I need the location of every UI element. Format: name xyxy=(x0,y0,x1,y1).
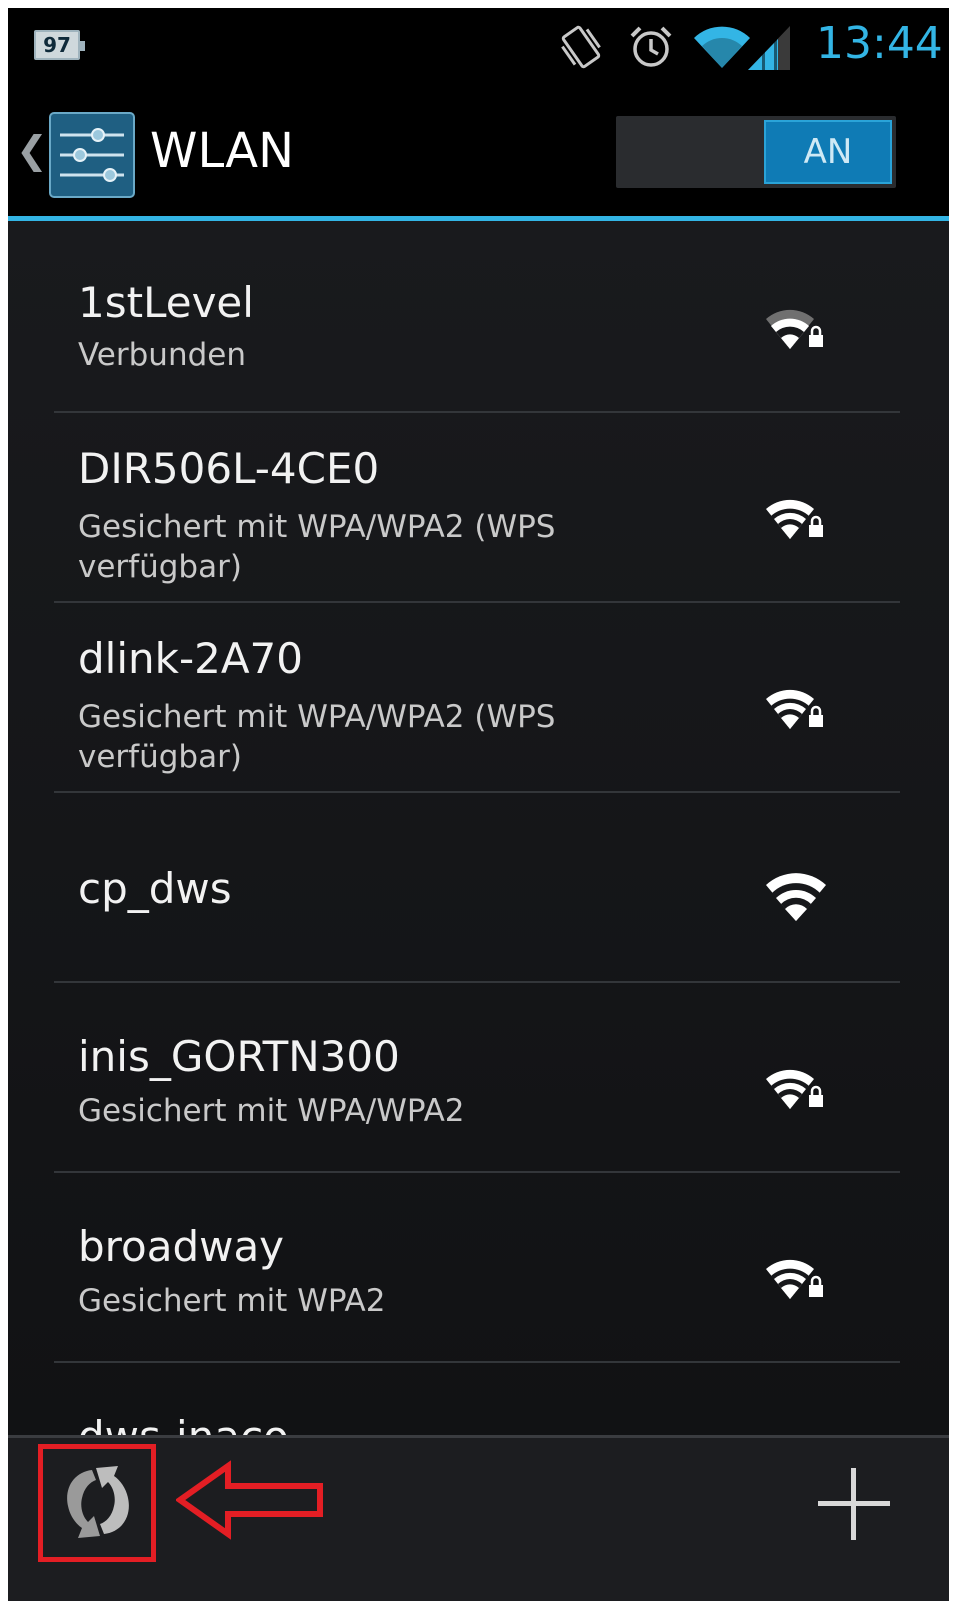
network-status: Gesichert mit WPA2 xyxy=(78,1283,386,1319)
network-ssid: inis_GORTN300 xyxy=(78,1032,400,1081)
network-status: Verbunden xyxy=(78,337,246,373)
alarm-icon xyxy=(630,26,672,67)
vibrate-icon xyxy=(561,25,601,69)
network-ssid: DIR506L-4CE0 xyxy=(78,444,380,493)
network-status: Gesichert mit WPA/WPA2 (WPS verfügbar) xyxy=(78,699,556,775)
wifi-signal-icon xyxy=(694,26,750,68)
network-ssid: dlink-2A70 xyxy=(78,634,303,683)
network-ssid: dws-inaco xyxy=(78,1412,289,1438)
network-item[interactable]: DIR506L-4CE0 Gesichert mit WPA/WPA2 (WPS… xyxy=(54,413,900,603)
status-bar: 97 13:44 xyxy=(8,8,949,83)
network-item[interactable]: dlink-2A70 Gesichert mit WPA/WPA2 (WPS v… xyxy=(54,603,900,793)
network-ssid: 1stLevel xyxy=(78,278,254,327)
refresh-scan-icon[interactable] xyxy=(52,1456,144,1548)
wifi-locked-full-icon xyxy=(766,1069,823,1109)
network-status: Gesichert mit WPA/WPA2 (WPS verfügbar) xyxy=(78,509,556,585)
network-item[interactable]: cp_dws xyxy=(54,793,900,983)
wlan-toggle[interactable]: AN xyxy=(616,116,896,188)
network-status: Gesichert mit WPA/WPA2 xyxy=(78,1093,465,1129)
network-ssid: cp_dws xyxy=(78,864,232,913)
network-item[interactable]: dws-inaco xyxy=(54,1363,900,1438)
battery-icon: 97 xyxy=(34,30,85,60)
network-ssid: broadway xyxy=(78,1222,285,1271)
page-title: WLAN xyxy=(150,123,295,179)
wifi-locked-strong-icon xyxy=(766,309,823,349)
phone-screen: 97 13:44 ❮ WLAN AN 1stLevel Verbunden DI… xyxy=(8,8,949,1601)
wifi-locked-full-icon xyxy=(766,689,823,729)
wifi-locked-full-icon xyxy=(766,1259,823,1299)
up-navigation-icon[interactable]: ❮ xyxy=(16,130,48,170)
clock: 13:44 xyxy=(816,18,943,69)
cell-signal-icon xyxy=(748,26,790,70)
toggle-on-label: AN xyxy=(764,120,892,184)
settings-app-icon[interactable] xyxy=(48,111,136,199)
network-list[interactable]: 1stLevel Verbunden DIR506L-4CE0 Gesicher… xyxy=(8,221,949,1437)
plus-icon[interactable] xyxy=(816,1466,892,1542)
red-arrow-annotation xyxy=(176,1460,323,1540)
network-item[interactable]: broadway Gesichert mit WPA2 xyxy=(54,1173,900,1363)
network-item[interactable]: inis_GORTN300 Gesichert mit WPA/WPA2 xyxy=(54,983,900,1173)
network-item[interactable]: 1stLevel Verbunden xyxy=(54,221,900,413)
bottom-action-bar xyxy=(8,1435,949,1601)
wifi-open-full-icon xyxy=(766,873,826,921)
action-bar: ❮ WLAN AN xyxy=(8,83,949,219)
wifi-locked-full-icon xyxy=(766,499,823,539)
